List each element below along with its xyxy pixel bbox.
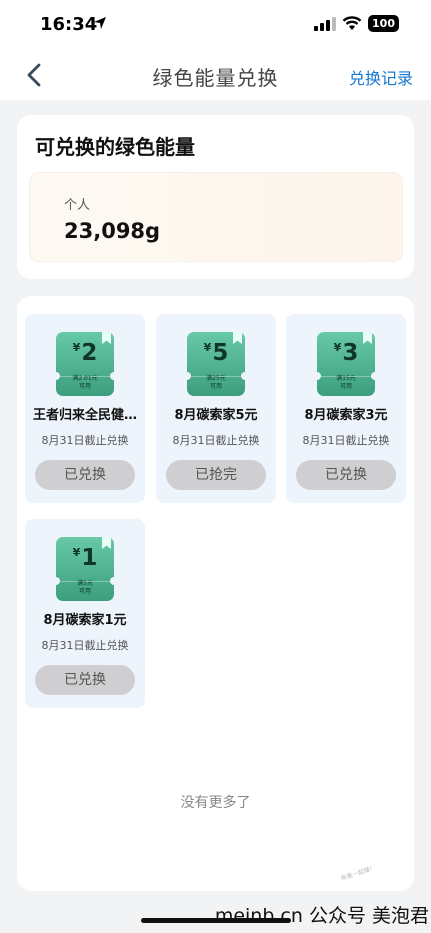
coupon-deadline: 8月31日截止兑换 — [41, 434, 129, 447]
coupon-condition: 满5元 可用 — [77, 580, 93, 595]
coupon-card[interactable]: ¥5 满25元 可用 8月碳索家5元 8月31日截止兑换 已抢完 — [156, 314, 276, 503]
coupon-condition: 满25元 可用 — [206, 375, 226, 390]
coupon-condition: 满2.01元 可用 — [72, 375, 98, 390]
coupon-name: 王者归来全民健… — [32, 408, 137, 423]
cellular-signal-icon — [314, 16, 337, 31]
coupon-name: 8月碳索家3元 — [304, 408, 388, 423]
coupon-amount: ¥1 — [72, 545, 98, 571]
coupon-deadline: 8月31日截止兑换 — [41, 639, 129, 652]
energy-summary-card: 可兑换的绿色能量 个人 23,098g — [17, 115, 414, 279]
battery-icon: 100 — [368, 15, 399, 32]
status-bar: 16:34 100 — [0, 0, 431, 50]
coupon-deadline: 8月31日截止兑换 — [172, 434, 260, 447]
watermark-text: meinb.cn 公众号 美泡君 — [214, 905, 429, 927]
status-indicators: 100 — [314, 15, 399, 32]
coupon-status-button[interactable]: 已兑换 — [296, 460, 396, 490]
coupon-condition: 满15元 可用 — [336, 375, 356, 390]
coupon-list-panel: ¥2 满2.01元 可用 王者归来全民健… 8月31日截止兑换 已兑换 ¥5 满2… — [17, 296, 414, 891]
personal-energy-box: 个人 23,098g — [29, 172, 403, 262]
energy-value: 23,098g — [64, 219, 161, 243]
status-time: 16:34 — [40, 14, 98, 35]
no-more-text: 没有更多了 — [180, 795, 251, 811]
energy-label: 个人 — [64, 198, 91, 213]
coupon-status-button[interactable]: 已兑换 — [35, 460, 135, 490]
nav-bar: 绿色能量兑换 兑换记录 — [0, 50, 431, 100]
coupon-card[interactable]: ¥1 满5元 可用 8月碳索家1元 8月31日截止兑换 已兑换 — [25, 519, 145, 708]
location-arrow-icon — [94, 17, 106, 29]
coupon-amount: ¥3 — [333, 340, 359, 366]
coupon-amount: ¥5 — [203, 340, 229, 366]
coupon-ticket-icon: ¥3 满15元 可用 — [317, 332, 375, 396]
coupon-status-button[interactable]: 已抢完 — [166, 460, 266, 490]
coupon-ticket-icon: ¥5 满25元 可用 — [187, 332, 245, 396]
coupon-ticket-icon: ¥1 满5元 可用 — [56, 537, 114, 601]
wifi-icon — [342, 16, 362, 30]
coupon-amount: ¥2 — [72, 340, 98, 366]
coupon-status-button[interactable]: 已兑换 — [35, 665, 135, 695]
energy-title: 可兑换的绿色能量 — [35, 135, 195, 159]
coupon-card[interactable]: ¥3 满15元 可用 8月碳索家3元 8月31日截止兑换 已兑换 — [286, 314, 406, 503]
coupon-ticket-icon: ¥2 满2.01元 可用 — [56, 332, 114, 396]
coupon-name: 8月碳索家5元 — [174, 408, 258, 423]
coupon-card[interactable]: ¥2 满2.01元 可用 王者归来全民健… 8月31日截止兑换 已兑换 — [25, 314, 145, 503]
coupon-deadline: 8月31日截止兑换 — [302, 434, 390, 447]
exchange-records-link[interactable]: 兑换记录 — [349, 65, 413, 89]
coupon-name: 8月碳索家1元 — [43, 613, 127, 628]
